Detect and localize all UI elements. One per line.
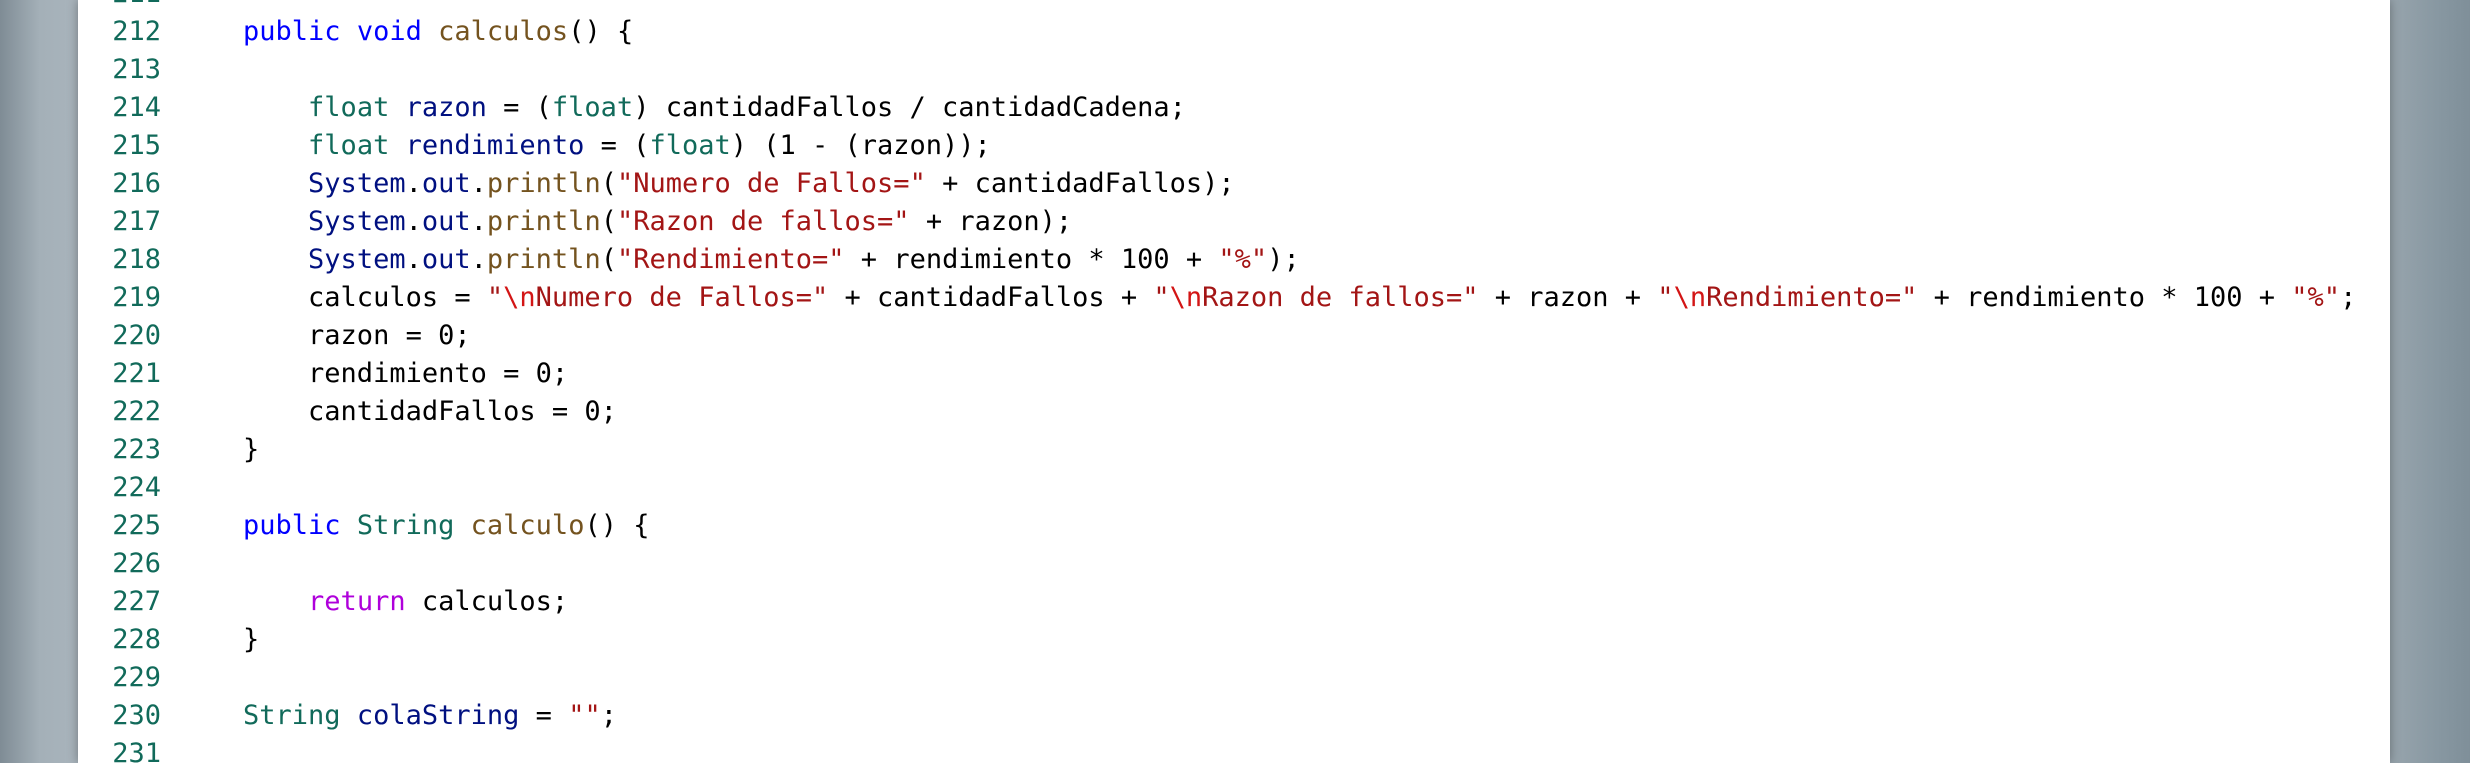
code-text: System.out.println("Razon de fallos=" + …	[308, 206, 1073, 237]
line-number: 212	[112, 16, 161, 47]
code-text: return calculos;	[308, 586, 569, 617]
line-number: 225	[112, 510, 161, 541]
line-number: 215	[112, 130, 161, 161]
line-number: 230	[112, 700, 161, 731]
window-background-right	[2390, 0, 2470, 763]
line-number: 214	[112, 92, 161, 123]
line-number: 228	[112, 624, 161, 655]
code-text: }	[178, 434, 260, 465]
code-text: System.out.println("Rendimiento=" + rend…	[308, 244, 1300, 275]
code-text: System.out.println("Numero de Fallos=" +…	[308, 168, 1235, 199]
code-text: cantidadFallos = 0;	[178, 396, 617, 427]
line-number: 211	[78, 0, 161, 13]
code-text: calculos = "\nNumero de Fallos=" + canti…	[178, 282, 2357, 313]
code-text: float razon = (float) cantidadFallos / c…	[308, 92, 1186, 123]
line-number: 213	[112, 54, 161, 85]
line-number: 218	[112, 244, 161, 275]
code-text: String colaString = "";	[243, 700, 617, 731]
line-number: 220	[112, 320, 161, 351]
line-number: 227	[112, 586, 161, 617]
code-text: public String calculo() {	[243, 510, 650, 541]
code-text: rendimiento = 0;	[178, 358, 569, 389]
line-number: 216	[112, 168, 161, 199]
code-editor[interactable]: 211 212 public void calculos() { 213 214…	[78, 0, 2390, 763]
line-number: 226	[112, 548, 161, 579]
line-number: 221	[112, 358, 161, 389]
line-number: 231	[112, 738, 161, 763]
code-text: float rendimiento = (float) (1 - (razon)…	[308, 130, 991, 161]
line-number: 219	[112, 282, 161, 313]
line-number: 217	[112, 206, 161, 237]
line-number: 222	[112, 396, 161, 427]
code-text: public void calculos() {	[243, 16, 634, 47]
code-text: razon = 0;	[178, 320, 471, 351]
line-number: 224	[112, 472, 161, 503]
code-text: }	[178, 624, 260, 655]
line-number: 229	[112, 662, 161, 693]
line-number: 223	[112, 434, 161, 465]
